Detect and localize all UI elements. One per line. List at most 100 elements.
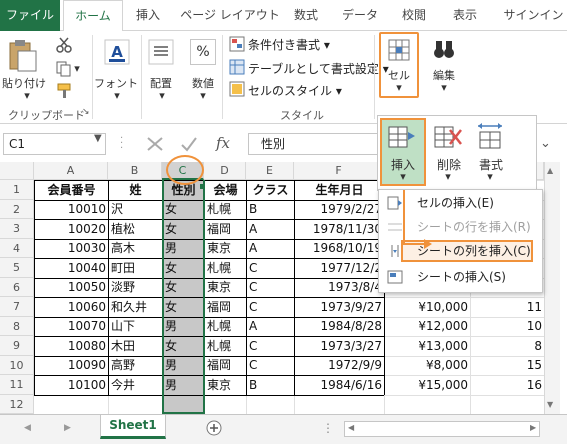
table-cell[interactable]: 植松 — [109, 220, 162, 239]
sheet-tab-sheet1[interactable]: Sheet1 — [100, 415, 166, 439]
table-cell[interactable]: 東京 — [205, 278, 246, 297]
column-header-e[interactable]: E — [246, 162, 294, 180]
row-header[interactable]: 9 — [0, 336, 34, 356]
number-format-icon[interactable]: % — [190, 39, 216, 65]
table-cell[interactable]: 町田 — [109, 259, 162, 278]
table-cell[interactable]: 高木 — [109, 239, 162, 258]
scroll-right-icon[interactable]: ▶ — [530, 423, 536, 432]
formula-input[interactable]: 性別 — [248, 133, 381, 155]
row-header[interactable]: 1 — [0, 180, 34, 200]
alignment-icon[interactable] — [148, 39, 174, 65]
table-cell[interactable]: 木田 — [109, 337, 162, 356]
table-cell[interactable]: 15 — [471, 356, 544, 375]
column-header-a[interactable]: A — [34, 162, 108, 180]
name-box-dropdown-icon[interactable]: ▼ — [94, 133, 102, 144]
tab-page-layout[interactable]: ページ レイアウト — [180, 0, 280, 31]
table-cell[interactable]: C — [247, 337, 294, 356]
cells-dropdown-icon[interactable]: ▾ — [394, 81, 404, 94]
font-icon[interactable]: A — [104, 39, 130, 65]
column-header-b[interactable]: B — [108, 162, 162, 180]
paste-icon[interactable] — [6, 39, 38, 73]
table-cell[interactable]: 1984/8/28 — [295, 317, 384, 336]
table-cell[interactable]: 10050 — [35, 278, 108, 297]
formula-bar-grip-icon[interactable]: · · · — [120, 134, 123, 154]
column-header-f[interactable]: F — [294, 162, 384, 180]
row-header[interactable]: 7 — [0, 297, 34, 317]
table-cell[interactable]: 10030 — [35, 239, 108, 258]
row-header[interactable]: 11 — [0, 375, 34, 395]
row-header[interactable]: 5 — [0, 258, 34, 278]
tab-view[interactable]: 表示 — [442, 0, 488, 31]
row-header[interactable]: 6 — [0, 277, 34, 297]
format-as-table-button[interactable]: テーブルとして書式設定 ▾ — [248, 60, 389, 77]
sheet-splitter-icon[interactable]: ⋮ — [322, 421, 334, 435]
scroll-sheets-right-icon[interactable]: ▶ — [64, 423, 71, 433]
font-dropdown-icon[interactable]: ▾ — [112, 89, 122, 102]
vertical-scrollbar[interactable] — [544, 162, 560, 414]
table-cell[interactable]: A — [247, 317, 294, 336]
table-cell[interactable]: 東京 — [205, 376, 246, 395]
insert-dropdown-icon[interactable]: ▾ — [398, 170, 408, 183]
cut-icon[interactable] — [56, 37, 72, 53]
binoculars-icon[interactable] — [432, 39, 456, 61]
copy-dropdown-icon[interactable]: ▾ — [72, 62, 82, 75]
table-cell[interactable]: 10090 — [35, 356, 108, 375]
table-cell[interactable]: 高野 — [109, 356, 162, 375]
table-cell[interactable]: B — [247, 376, 294, 395]
horizontal-scrollbar[interactable] — [344, 421, 540, 437]
table-cell[interactable]: 8 — [471, 337, 544, 356]
table-cell[interactable]: C — [247, 298, 294, 317]
table-cell[interactable]: 1978/11/30 — [295, 220, 384, 239]
table-cell[interactable]: 1977/12/2 — [295, 259, 384, 278]
row-header[interactable]: 3 — [0, 219, 34, 239]
table-cell[interactable]: 淡野 — [109, 278, 162, 297]
table-cell[interactable]: 10020 — [35, 220, 108, 239]
sign-in-link[interactable]: サインイン — [500, 0, 567, 31]
scroll-down-icon[interactable]: ▼ — [547, 400, 553, 409]
delete-dropdown-icon[interactable]: ▾ — [443, 170, 453, 183]
table-cell[interactable]: 1973/8/4 — [295, 278, 384, 297]
table-cell[interactable]: 沢 — [109, 200, 162, 219]
table-cell[interactable]: 福岡 — [205, 220, 246, 239]
row-header[interactable]: 8 — [0, 316, 34, 336]
table-header-cell[interactable]: 姓 — [109, 181, 162, 200]
table-cell[interactable]: C — [247, 356, 294, 375]
name-box[interactable]: C1 — [3, 133, 106, 155]
table-cell[interactable]: 10040 — [35, 259, 108, 278]
fill-handle[interactable] — [200, 184, 205, 189]
format-painter-icon[interactable] — [56, 83, 74, 99]
table-cell[interactable]: 札幌 — [205, 337, 246, 356]
table-cell[interactable]: 16 — [471, 376, 544, 395]
table-cell[interactable]: 10 — [471, 317, 544, 336]
table-cell[interactable]: 札幌 — [205, 200, 246, 219]
add-sheet-icon[interactable] — [205, 419, 223, 437]
table-header-cell[interactable]: 会員番号 — [35, 181, 108, 200]
cancel-entry-icon[interactable] — [146, 136, 164, 152]
row-header[interactable]: 2 — [0, 199, 34, 219]
confirm-entry-icon[interactable] — [180, 136, 198, 152]
alignment-dropdown-icon[interactable]: ▾ — [157, 89, 167, 102]
row-header[interactable]: 12 — [0, 394, 34, 414]
select-all-corner[interactable] — [0, 162, 34, 180]
table-cell[interactable]: A — [247, 220, 294, 239]
clipboard-launcher-icon[interactable]: ↘ — [82, 107, 90, 117]
table-cell[interactable]: 10100 — [35, 376, 108, 395]
scroll-sheets-left-icon[interactable]: ◀ — [24, 423, 31, 433]
table-cell[interactable]: 1973/3/27 — [295, 337, 384, 356]
table-header-cell[interactable]: 生年月日 — [295, 181, 384, 200]
number-dropdown-icon[interactable]: ▾ — [198, 89, 208, 102]
table-cell[interactable]: 今井 — [109, 376, 162, 395]
table-cell[interactable]: 1972/9/9 — [295, 356, 384, 375]
table-cell[interactable]: ¥12,000 — [385, 317, 470, 336]
table-cell[interactable]: 和久井 — [109, 298, 162, 317]
table-cell[interactable]: C — [247, 278, 294, 297]
insert-function-icon[interactable]: fx — [216, 134, 230, 152]
table-cell[interactable]: A — [247, 239, 294, 258]
tab-formulas[interactable]: 数式 — [284, 0, 328, 31]
tab-home[interactable]: ホーム — [63, 0, 123, 32]
tab-data[interactable]: データ — [334, 0, 386, 31]
table-cell[interactable]: 1979/2/27 — [295, 200, 384, 219]
scroll-up-icon[interactable]: ▲ — [547, 166, 553, 175]
row-header[interactable]: 4 — [0, 238, 34, 258]
table-cell[interactable]: 山下 — [109, 317, 162, 336]
